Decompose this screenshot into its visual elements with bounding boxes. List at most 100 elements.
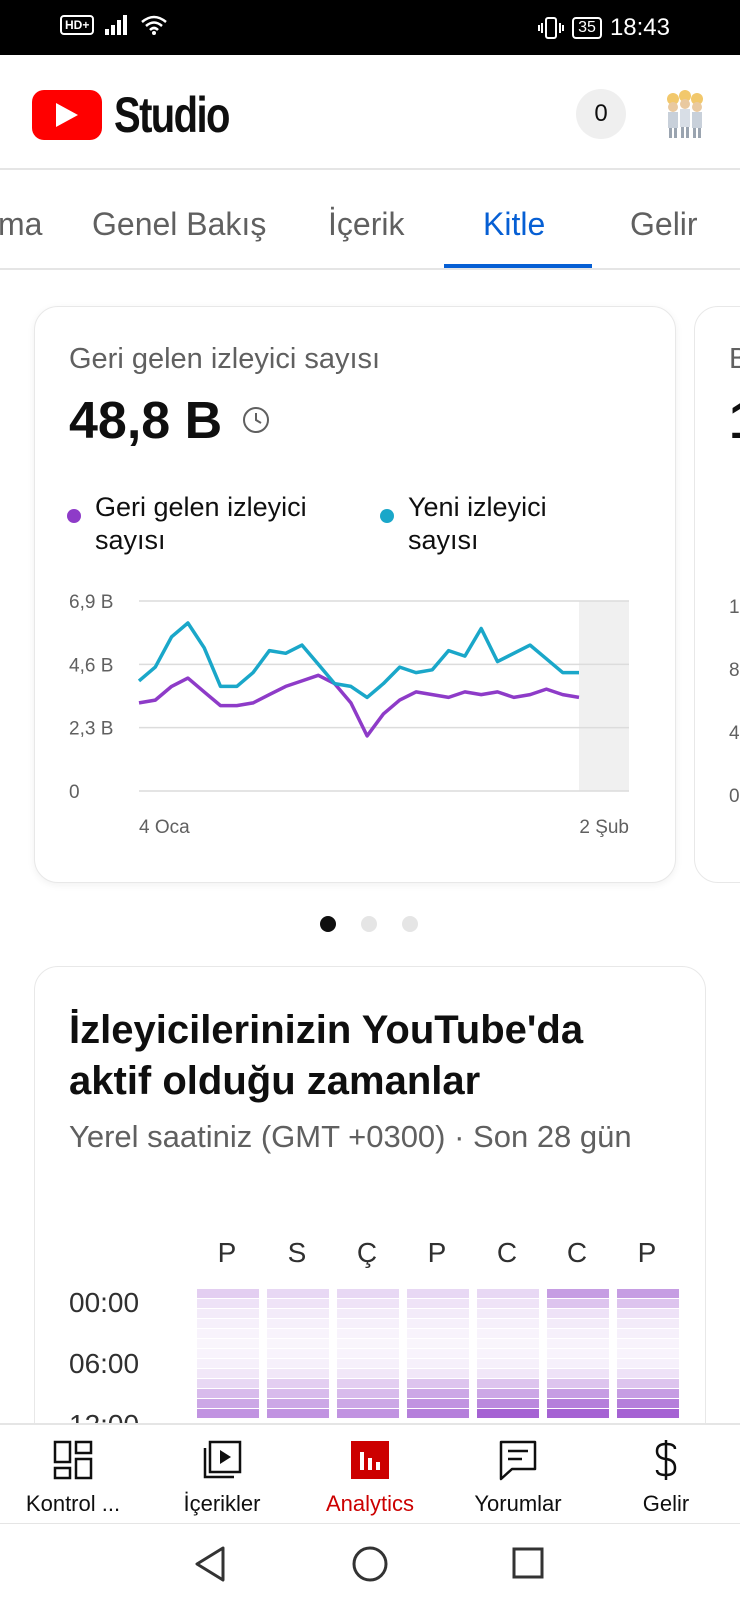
heatmap-cell (197, 1339, 259, 1349)
heatmap-cell (477, 1399, 539, 1409)
nav-label: Gelir (642, 1491, 690, 1516)
heatmap-cell (477, 1359, 539, 1369)
nav-dashboard[interactable]: Kontrol ... (3, 1435, 143, 1517)
heatmap-day-column (617, 1289, 679, 1419)
nav-earn[interactable]: Gelir (596, 1435, 736, 1517)
next-metric-card-peek[interactable]: B 1 1 8 4 0 (694, 306, 740, 883)
heatmap-cell (337, 1379, 399, 1389)
legend-label-returning: Geri gelen izleyici sayısı (95, 492, 307, 555)
nav-content[interactable]: İçerikler (152, 1435, 292, 1517)
returning-viewers-card[interactable]: Geri gelen izleyici sayısı 48,8 B Geri g… (34, 306, 676, 883)
heatmap-cell (547, 1309, 609, 1319)
heatmap-cell (617, 1319, 679, 1329)
pagination-dot[interactable] (320, 916, 336, 932)
x-tick-label: 2 Şub (579, 817, 629, 838)
heatmap-cell (337, 1369, 399, 1379)
heatmap-cell (407, 1399, 469, 1409)
y-tick-label: 6,9 B (69, 592, 113, 613)
tab-partial[interactable]: ma (0, 206, 42, 243)
x-tick-label: 4 Oca (139, 817, 190, 838)
heatmap-cell (267, 1319, 329, 1329)
pagination-dot[interactable] (361, 916, 377, 932)
active-tab-indicator (444, 264, 592, 268)
heatmap-cell (547, 1359, 609, 1369)
day-label: Ç (356, 1237, 378, 1268)
y-tick-label: 4,6 B (69, 655, 113, 676)
heatmap-cell (617, 1369, 679, 1379)
heatmap-cell (197, 1379, 259, 1389)
heatmap-cell (617, 1349, 679, 1359)
clock-time: 18:43 (609, 14, 670, 41)
heatmap-cell (547, 1319, 609, 1329)
notification-button[interactable]: 0 (576, 89, 626, 139)
heatmap-cell (477, 1369, 539, 1379)
heatmap-cell (267, 1379, 329, 1389)
peek-tick: 8 (729, 660, 740, 681)
heatmap-cell (197, 1319, 259, 1329)
peek-tick: 4 (729, 723, 740, 744)
partial-period-shade (579, 601, 629, 791)
active-times-card[interactable]: İzleyicilerinizin YouTube'da aktif olduğ… (34, 966, 706, 1466)
hd-badge: HD+ (60, 15, 95, 35)
peek-tick: 0 (729, 786, 740, 807)
heatmap-cell (617, 1359, 679, 1369)
avatar[interactable] (660, 85, 710, 141)
legend-label-new: Yeni izleyici sayısı (408, 492, 547, 555)
heatmap-cell (547, 1329, 609, 1339)
heatmap-cell (337, 1319, 399, 1329)
heatmap-cell (617, 1399, 679, 1409)
heatmap-cell (477, 1409, 539, 1419)
peek-tick: 1 (729, 597, 740, 618)
youtube-play-icon (32, 90, 102, 140)
heatmap-cell (267, 1359, 329, 1369)
analytics-tabs: ma Genel Bakış İçerik Kitle Gelir (0, 170, 740, 270)
tab-revenue[interactable]: Gelir (630, 206, 698, 243)
content-library-icon (203, 1440, 242, 1479)
tab-content[interactable]: İçerik (328, 206, 404, 243)
day-label: S (287, 1237, 307, 1268)
heatmap-cell (547, 1379, 609, 1389)
day-label: P (637, 1237, 657, 1268)
heatmap-cell (617, 1329, 679, 1339)
clock-icon[interactable] (241, 405, 271, 435)
peek-title: B (729, 343, 740, 376)
heatmap-cell (407, 1289, 469, 1299)
heatmap-cell (267, 1329, 329, 1339)
vibrate-icon (538, 17, 565, 39)
heatmap-cell (337, 1309, 399, 1319)
back-icon[interactable] (193, 1545, 227, 1583)
heatmap-cell (407, 1339, 469, 1349)
heatmap-cell (617, 1339, 679, 1349)
nav-comments[interactable]: Yorumlar (448, 1435, 588, 1517)
nav-analytics[interactable]: Analytics (300, 1435, 440, 1517)
home-icon[interactable] (351, 1545, 389, 1583)
line-chart[interactable]: 6,9 B 4,6 B 2,3 B 0 4 Oca 2 Şub (35, 587, 675, 847)
heatmap-cell (477, 1339, 539, 1349)
metric-value: 48,8 B (69, 392, 223, 450)
heatmap-cell (617, 1309, 679, 1319)
tab-overview[interactable]: Genel Bakış (92, 206, 266, 243)
heatmap-day-column (267, 1289, 329, 1419)
heatmap-day-column (547, 1289, 609, 1419)
bottom-navigation: Kontrol ... İçerikler Analytics Yorumlar… (0, 1423, 740, 1523)
heatmap-day-column (407, 1289, 469, 1419)
heatmap-day-column (197, 1289, 259, 1419)
recents-icon[interactable] (511, 1546, 545, 1580)
youtube-studio-logo[interactable]: Studio (32, 86, 258, 144)
heatmap-cell (547, 1399, 609, 1409)
heatmap-cell (477, 1319, 539, 1329)
app-name: Studio (114, 87, 230, 143)
heatmap-cell (337, 1389, 399, 1399)
heatmap-cell (267, 1299, 329, 1309)
heatmap-cell (267, 1339, 329, 1349)
heatmap-cell (407, 1369, 469, 1379)
heatmap-cell (267, 1309, 329, 1319)
tab-audience[interactable]: Kitle (483, 206, 545, 243)
heatmap-cell (407, 1299, 469, 1309)
heatmap-cell (477, 1329, 539, 1339)
pagination-dot[interactable] (402, 916, 418, 932)
heatmap-cell (477, 1349, 539, 1359)
analytics-icon (351, 1441, 389, 1479)
heatmap-cell (337, 1299, 399, 1309)
time-label: 00:00 (69, 1287, 140, 1318)
